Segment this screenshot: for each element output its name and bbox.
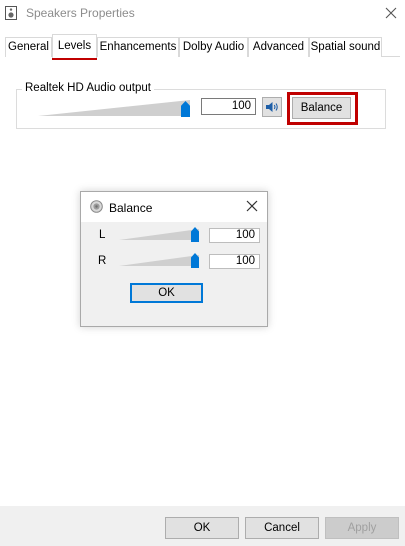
apply-button: Apply xyxy=(325,517,399,539)
left-channel-label: L xyxy=(99,229,106,241)
right-channel-slider-track[interactable] xyxy=(119,255,199,266)
speaker-icon xyxy=(90,200,103,213)
right-channel-label: R xyxy=(98,255,107,267)
volume-slider-range xyxy=(38,100,190,116)
right-channel-slider-range xyxy=(119,255,199,266)
balance-dialog: Balance L 100 R 100 OK xyxy=(80,191,268,327)
balance-dialog-title: Balance xyxy=(109,201,153,215)
cancel-button[interactable]: Cancel xyxy=(245,517,319,539)
close-icon[interactable] xyxy=(383,5,399,21)
balance-button[interactable]: Balance xyxy=(292,97,351,119)
right-channel-value-box[interactable]: 100 xyxy=(209,254,260,269)
volume-value-box[interactable]: 100 xyxy=(201,98,256,115)
mute-button[interactable] xyxy=(262,97,282,117)
window-title: Speakers Properties xyxy=(26,6,135,20)
balance-ok-button[interactable]: OK xyxy=(130,283,203,303)
left-channel-slider-track[interactable] xyxy=(119,229,199,240)
tab-spatial-sound[interactable]: Spatial sound xyxy=(309,37,382,57)
output-group-label: Realtek HD Audio output xyxy=(22,82,154,95)
speaker-volume-icon xyxy=(266,102,278,112)
balance-dialog-body: L 100 R 100 OK xyxy=(81,222,267,326)
window-titlebar: Speakers Properties xyxy=(0,0,405,27)
close-icon[interactable] xyxy=(245,199,259,213)
tab-advanced[interactable]: Advanced xyxy=(248,37,309,57)
volume-slider-track[interactable] xyxy=(38,100,190,116)
left-channel-slider-range xyxy=(119,229,199,240)
tab-enhancements[interactable]: Enhancements xyxy=(97,37,179,57)
tab-levels[interactable]: Levels xyxy=(52,34,97,58)
tab-dolby-audio[interactable]: Dolby Audio xyxy=(179,37,248,57)
ok-button[interactable]: OK xyxy=(165,517,239,539)
speaker-device-icon xyxy=(5,6,17,20)
left-channel-value-box[interactable]: 100 xyxy=(209,228,260,243)
tab-general[interactable]: General xyxy=(5,37,52,57)
dialog-footer: OK Cancel Apply xyxy=(0,506,405,546)
